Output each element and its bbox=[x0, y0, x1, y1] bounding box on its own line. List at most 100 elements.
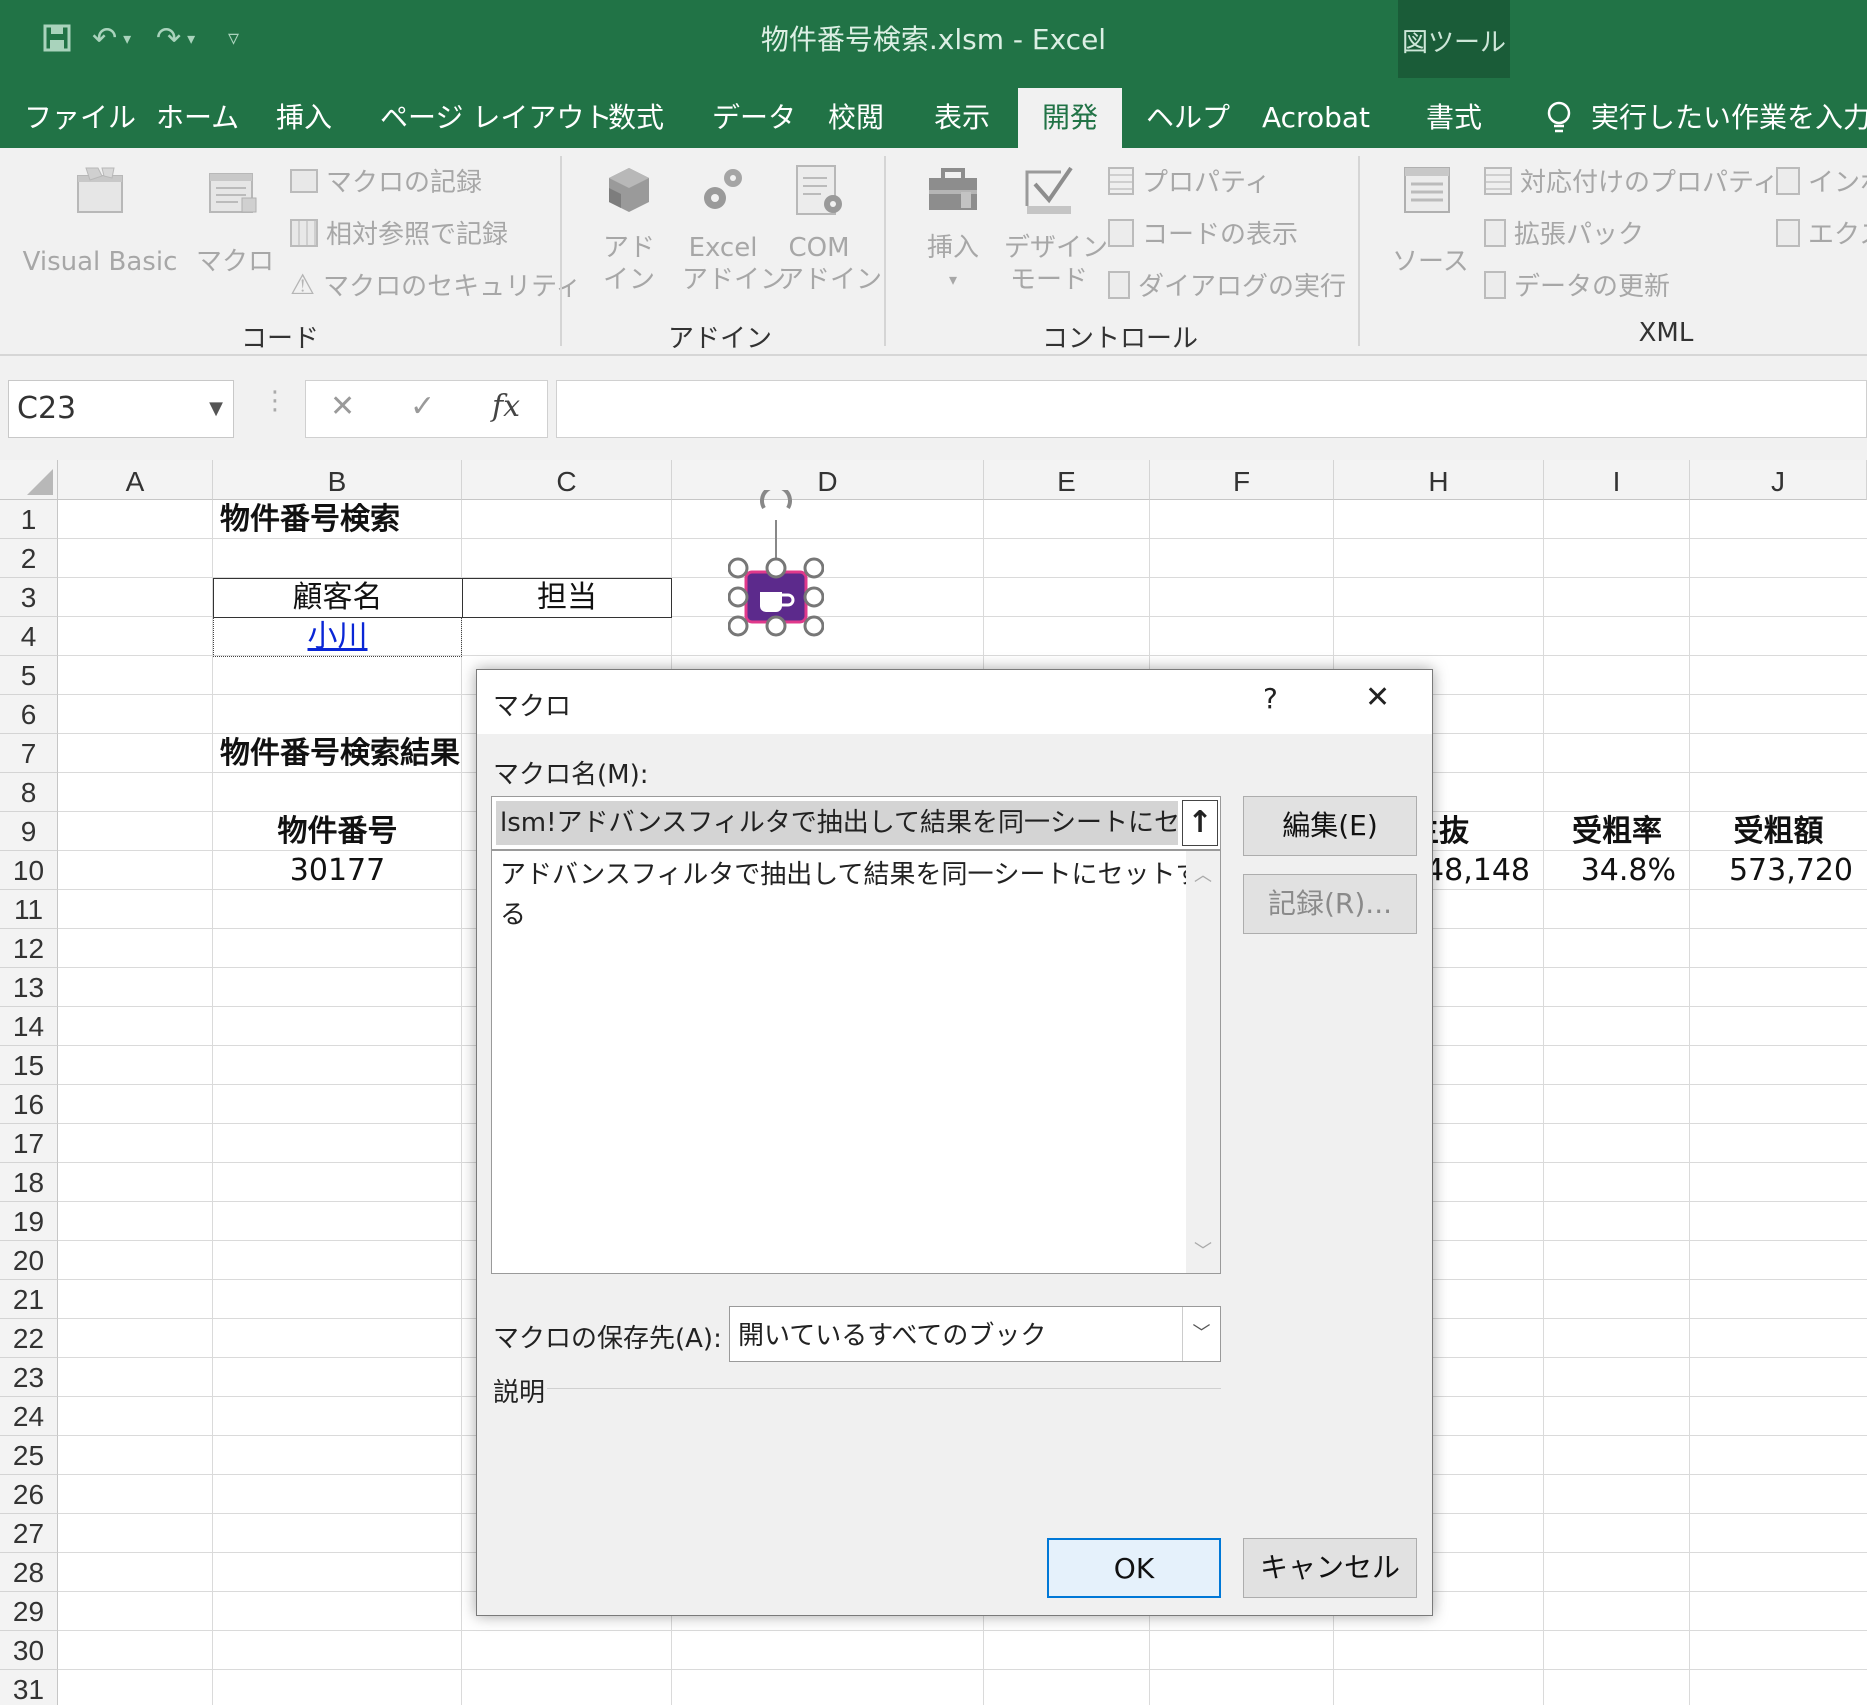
tab-insert[interactable]: 挿入 bbox=[276, 88, 332, 148]
tab-data[interactable]: データ bbox=[712, 88, 796, 148]
record-button[interactable]: 記録(R)... bbox=[1243, 874, 1417, 934]
record-macro-button[interactable]: マクロの記録 bbox=[290, 162, 482, 199]
tab-home[interactable]: ホーム bbox=[156, 88, 239, 148]
row-header[interactable]: 30 bbox=[0, 1631, 58, 1670]
enter-icon[interactable]: ✓ bbox=[410, 389, 435, 424]
cell-j9[interactable]: 受粗額 bbox=[1690, 812, 1867, 851]
tab-developer[interactable]: 開発 bbox=[1018, 88, 1123, 148]
map-properties-button[interactable]: 対応付けのプロパティ bbox=[1484, 162, 1778, 199]
row-header[interactable]: 29 bbox=[0, 1592, 58, 1631]
row-header[interactable]: 8 bbox=[0, 773, 58, 812]
formula-input[interactable] bbox=[556, 380, 1867, 438]
row-header[interactable]: 13 bbox=[0, 968, 58, 1007]
row-header[interactable]: 16 bbox=[0, 1085, 58, 1124]
column-header[interactable]: E bbox=[984, 460, 1150, 500]
properties-button[interactable]: プロパティ bbox=[1108, 162, 1270, 199]
row-header[interactable]: 27 bbox=[0, 1514, 58, 1553]
cell-b3[interactable]: 顧客名 bbox=[213, 578, 462, 617]
excel-addins-button[interactable]: Excel アドイン bbox=[682, 162, 786, 296]
macro-list[interactable]: アドバンスフィルタで抽出して結果を同一シートにセットする ︿ ﹀ bbox=[491, 850, 1221, 1274]
column-header[interactable]: F bbox=[1150, 460, 1334, 500]
cell-b4-link[interactable]: 小川 bbox=[213, 617, 462, 656]
export-button[interactable]: エクス bbox=[1776, 214, 1867, 251]
select-all-corner[interactable] bbox=[0, 460, 58, 500]
relative-ref-button[interactable]: 相対参照で記録 bbox=[290, 214, 508, 251]
list-item[interactable]: アドバンスフィルタで抽出して結果を同一シートにセットする bbox=[500, 855, 1220, 935]
cell-c3[interactable]: 担当 bbox=[462, 578, 672, 617]
row-header[interactable]: 7 bbox=[0, 734, 58, 773]
column-header[interactable]: D bbox=[672, 460, 984, 500]
design-mode-button[interactable]: デザイン モード bbox=[1004, 162, 1108, 296]
ok-button[interactable]: OK bbox=[1047, 1538, 1221, 1598]
tab-review[interactable]: 校閲 bbox=[828, 88, 884, 148]
tab-page-layout[interactable]: ページ レイアウト bbox=[380, 88, 612, 148]
run-dialog-button[interactable]: ダイアログの実行 bbox=[1108, 266, 1346, 303]
xml-source-button[interactable]: ソース bbox=[1392, 162, 1469, 278]
row-header[interactable]: 19 bbox=[0, 1202, 58, 1241]
row-header[interactable]: 4 bbox=[0, 617, 58, 656]
more-options-icon[interactable]: ⋮ bbox=[262, 386, 288, 416]
row-header[interactable]: 17 bbox=[0, 1124, 58, 1163]
edit-button[interactable]: 編集(E) bbox=[1243, 796, 1417, 856]
row-header[interactable]: 31 bbox=[0, 1670, 58, 1705]
refresh-data-button[interactable]: データの更新 bbox=[1484, 266, 1670, 303]
row-header[interactable]: 20 bbox=[0, 1241, 58, 1280]
tab-help[interactable]: ヘルプ bbox=[1146, 88, 1230, 148]
cell-i9[interactable]: 受粗率 bbox=[1544, 812, 1690, 851]
row-header[interactable]: 14 bbox=[0, 1007, 58, 1046]
column-header[interactable]: A bbox=[58, 460, 213, 500]
expansion-packs-button[interactable]: 拡張パック bbox=[1484, 214, 1644, 251]
insert-function-icon[interactable]: fx bbox=[492, 389, 520, 424]
location-select[interactable]: 開いているすべてのブック ﹀ bbox=[729, 1306, 1221, 1362]
step-into-arrow-icon[interactable]: ↑ bbox=[1182, 800, 1218, 846]
row-header[interactable]: 24 bbox=[0, 1397, 58, 1436]
row-header[interactable]: 1 bbox=[0, 500, 58, 539]
cell-b9[interactable]: 物件番号 bbox=[213, 812, 462, 851]
macro-name-input[interactable]: lsm!アドバンスフィルタで抽出して結果を同一シートにセットする ↑ bbox=[491, 796, 1221, 850]
row-header[interactable]: 22 bbox=[0, 1319, 58, 1358]
scrollbar[interactable]: ︿ ﹀ bbox=[1186, 851, 1220, 1273]
row-header[interactable]: 18 bbox=[0, 1163, 58, 1202]
row-header[interactable]: 28 bbox=[0, 1553, 58, 1592]
macro-button[interactable]: マクロ bbox=[196, 162, 274, 278]
close-icon[interactable]: ✕ bbox=[1365, 680, 1390, 715]
cell-b10[interactable]: 30177 bbox=[213, 851, 462, 890]
column-header[interactable]: C bbox=[462, 460, 672, 500]
selected-shape[interactable] bbox=[727, 484, 825, 654]
row-header[interactable]: 15 bbox=[0, 1046, 58, 1085]
column-header[interactable]: B bbox=[213, 460, 462, 500]
name-box[interactable]: C23 ▼ bbox=[8, 380, 234, 438]
tab-acrobat[interactable]: Acrobat bbox=[1262, 88, 1370, 148]
column-header[interactable]: H bbox=[1334, 460, 1544, 500]
row-header[interactable]: 3 bbox=[0, 578, 58, 617]
chevron-down-icon[interactable]: ﹀ bbox=[1182, 1307, 1220, 1361]
scroll-down-icon[interactable]: ﹀ bbox=[1186, 1237, 1220, 1263]
chevron-down-icon[interactable]: ▼ bbox=[209, 381, 223, 437]
row-header[interactable]: 11 bbox=[0, 890, 58, 929]
tab-format[interactable]: 書式 bbox=[1426, 88, 1482, 148]
import-button[interactable]: インポ bbox=[1776, 162, 1867, 199]
row-header[interactable]: 2 bbox=[0, 539, 58, 578]
row-header[interactable]: 5 bbox=[0, 656, 58, 695]
help-icon[interactable]: ? bbox=[1263, 682, 1278, 715]
column-header[interactable]: I bbox=[1544, 460, 1690, 500]
view-code-button[interactable]: コードの表示 bbox=[1108, 214, 1298, 251]
macro-security-button[interactable]: ⚠ マクロのセキュリティ bbox=[290, 266, 582, 303]
tab-file[interactable]: ファイル bbox=[24, 88, 136, 148]
tab-view[interactable]: 表示 bbox=[934, 88, 990, 148]
row-header[interactable]: 23 bbox=[0, 1358, 58, 1397]
scroll-up-icon[interactable]: ︿ bbox=[1186, 861, 1220, 887]
row-header[interactable]: 26 bbox=[0, 1475, 58, 1514]
visual-basic-button[interactable]: Visual Basic bbox=[20, 162, 180, 278]
cell-b7[interactable]: 物件番号検索結果 bbox=[220, 734, 460, 773]
column-header[interactable]: J bbox=[1690, 460, 1867, 500]
com-addins-button[interactable]: COM アドイン bbox=[778, 162, 882, 296]
tab-formulas[interactable]: 数式 bbox=[608, 88, 664, 148]
row-header[interactable]: 6 bbox=[0, 695, 58, 734]
cancel-button[interactable]: キャンセル bbox=[1243, 1538, 1417, 1598]
cancel-icon[interactable]: ✕ bbox=[330, 389, 355, 424]
row-header[interactable]: 25 bbox=[0, 1436, 58, 1475]
cell-b1[interactable]: 物件番号検索 bbox=[220, 500, 400, 539]
cell-i10[interactable]: 34.8% bbox=[1544, 851, 1676, 890]
tell-me-box[interactable]: 実行したい作業を入力し bbox=[1545, 88, 1867, 148]
